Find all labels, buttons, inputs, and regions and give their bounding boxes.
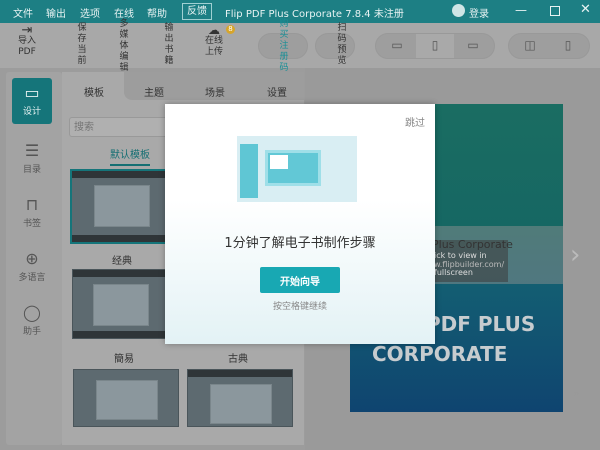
desktop-view-icon[interactable]: ▭ <box>378 34 416 58</box>
single-page-icon[interactable]: ▯ <box>549 34 587 58</box>
search-input[interactable] <box>69 117 179 137</box>
illustration-icon <box>237 136 357 202</box>
tablet-view-icon[interactable]: ▭ <box>454 34 492 58</box>
template-simple[interactable] <box>72 269 168 339</box>
user-icon <box>452 4 465 17</box>
buy-license-label[interactable]: 购买注册码 <box>278 19 290 74</box>
menu-output[interactable]: 输出 <box>46 5 66 20</box>
maximize-button[interactable] <box>550 6 560 16</box>
scan-preview-label[interactable]: 扫码预览 <box>336 23 348 67</box>
sidebar-item-design[interactable]: ▭ 设计 <box>12 78 52 124</box>
modal-hint: 按空格键继续 <box>272 302 327 312</box>
tab-scene[interactable]: 场景 <box>205 84 225 99</box>
upload-label-2: 上传 <box>205 47 224 57</box>
toolbar: ⇥ 导入 PDF 保存当前 多媒体编辑器 输出书籍 ☁ 在线 上传 8 购买注册… <box>0 19 600 84</box>
fullscreen-hint-2: fullscreen <box>434 268 473 277</box>
menu-file[interactable]: 文件 <box>13 5 33 20</box>
list-icon: ☰ <box>24 141 40 160</box>
scan-preview-button[interactable] <box>315 33 355 59</box>
menu-help[interactable]: 帮助 <box>147 5 167 20</box>
device-switcher: ▭ ▯ ▭ <box>375 33 495 59</box>
sidebar: ▭ 设计 ☰ 目录 ⊓ 书签 ⊕ 多语言 ◯ 助手 <box>6 72 62 445</box>
start-guide-button[interactable]: 开始向导 <box>260 267 340 293</box>
bookmark-icon: ⊓ <box>25 195 39 214</box>
import-label: 导入 <box>18 36 37 46</box>
cover-title-2: CORPORATE <box>372 342 508 366</box>
upload-online-button[interactable]: ☁ 在线 上传 <box>205 23 224 58</box>
sidebar-item-label: 设计 <box>22 107 41 117</box>
sidebar-item-toc[interactable]: ☰ 目录 <box>12 136 52 182</box>
tab-theme[interactable]: 主题 <box>144 84 164 99</box>
feedback-button[interactable]: 反馈 <box>182 3 212 20</box>
app-title: Flip PDF Plus Corporate 7.8.4 未注册 <box>225 9 404 20</box>
chat-icon: ◯ <box>23 303 41 322</box>
sidebar-item-label: 多语言 <box>18 273 46 283</box>
menu-options[interactable]: 选项 <box>80 5 100 20</box>
save-button[interactable]: 保存当前 <box>76 23 88 67</box>
login-link[interactable]: 登录 <box>469 5 489 20</box>
last-page-icon[interactable]: » <box>573 387 580 400</box>
title-bar: 文件 输出 选项 在线 帮助 反馈 Flip PDF Plus Corporat… <box>0 0 600 23</box>
sidebar-item-assistant[interactable]: ◯ 助手 <box>12 298 52 344</box>
layout-switcher: ◫ ▯ <box>508 33 590 59</box>
preview-title: Plus Corporate <box>432 238 513 251</box>
template-thumbnail[interactable] <box>187 369 293 427</box>
template-classic[interactable] <box>70 169 170 244</box>
import-icon: ⇥ <box>21 23 33 38</box>
export-button[interactable]: 输出书籍 <box>163 23 175 67</box>
skip-link[interactable]: 跳过 <box>405 114 425 129</box>
tab-template[interactable]: 模板 <box>84 84 104 99</box>
import-label-2: PDF <box>18 47 36 57</box>
guide-modal: 跳过 1分钟了解电子书制作步骤 开始向导 按空格键继续 <box>165 104 435 344</box>
sidebar-item-language[interactable]: ⊕ 多语言 <box>12 244 52 290</box>
sidebar-item-label: 书签 <box>22 219 41 229</box>
sidebar-item-label: 助手 <box>22 327 41 337</box>
sidebar-item-bookmark[interactable]: ⊓ 书签 <box>12 190 52 236</box>
template-thumbnail[interactable] <box>73 369 179 427</box>
phone-view-icon[interactable]: ▯ <box>416 34 454 58</box>
fullscreen-hint: ick to view in <box>434 251 487 260</box>
monitor-icon: ▭ <box>24 83 40 102</box>
double-page-icon[interactable]: ◫ <box>511 34 549 58</box>
modal-heading: 1分钟了解电子书制作步骤 <box>224 236 376 251</box>
tab-settings[interactable]: 设置 <box>267 84 287 99</box>
sidebar-item-label: 目录 <box>22 165 41 175</box>
template-label: 古典 <box>228 354 248 365</box>
next-page-icon[interactable]: › <box>570 240 580 270</box>
cover-title-1: PDF PLUS <box>426 312 536 336</box>
menu-online[interactable]: 在线 <box>114 5 134 20</box>
upload-badge: 8 <box>226 25 235 34</box>
minimize-button[interactable]: — <box>515 3 527 17</box>
import-pdf-button[interactable]: ⇥ 导入 PDF <box>18 23 37 58</box>
upload-label: 在线 <box>205 36 224 46</box>
close-button[interactable]: ✕ <box>580 2 591 17</box>
template-label: 经典 <box>112 256 132 267</box>
subtab-default-templates[interactable]: 默认模板 <box>110 146 150 166</box>
template-label: 簡易 <box>114 354 134 365</box>
cloud-upload-icon: ☁ <box>208 23 220 37</box>
globe-icon: ⊕ <box>25 249 39 268</box>
